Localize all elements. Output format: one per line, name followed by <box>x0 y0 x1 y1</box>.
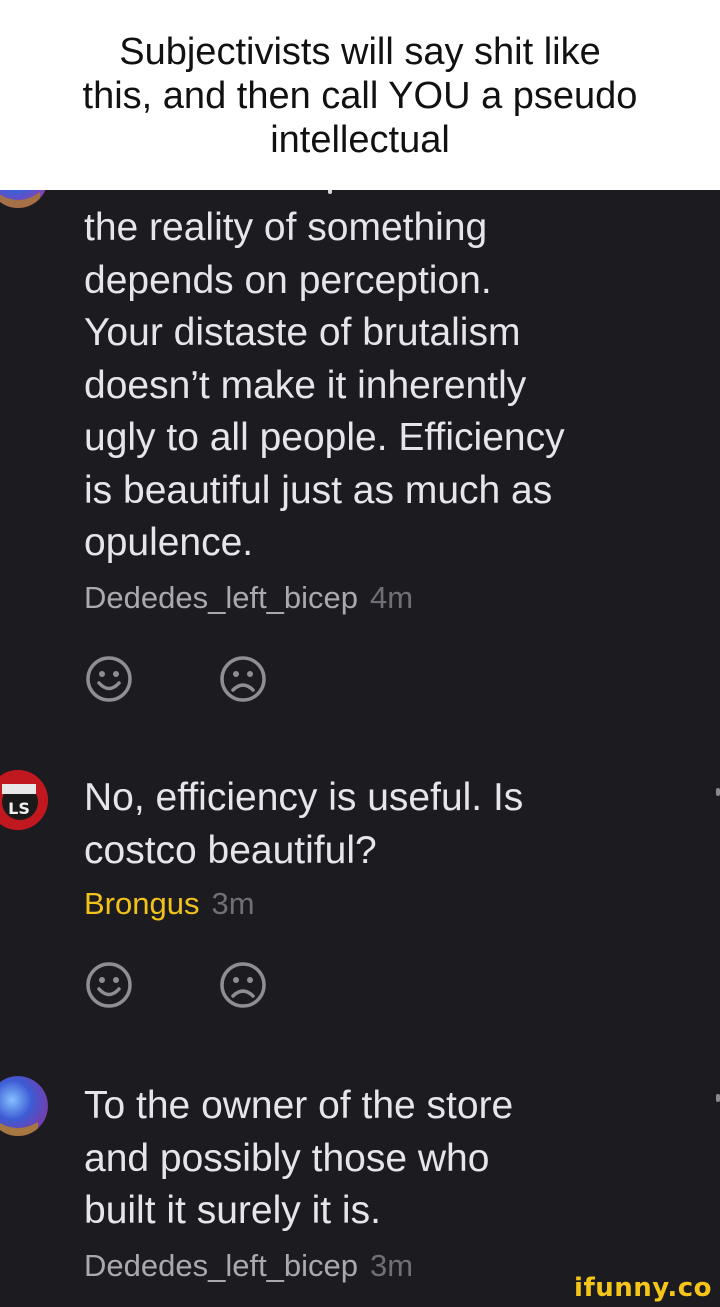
meme-caption: Subjectivists will say shit like this, a… <box>0 0 720 190</box>
comment-text: the reality of something depends on perc… <box>84 202 684 570</box>
comment-line: costco beautiful? <box>84 828 377 872</box>
comment-line: ugly to all people. Efficiency <box>84 416 565 459</box>
comment-meta: Brongus 3m <box>84 886 255 922</box>
comment-line: To the owner of the store <box>84 1084 514 1127</box>
caption-line: intellectual <box>270 119 450 161</box>
comment-line: opulence. <box>84 521 254 564</box>
comment-line: is beautiful just as much as <box>84 468 553 512</box>
comments-screenshot: the reality of something depends on perc… <box>0 190 720 1307</box>
comment-line: No, efficiency is useful. Is <box>84 776 524 819</box>
svg-text:LS: LS <box>8 799 30 818</box>
user-avatar[interactable]: LS <box>0 770 48 830</box>
comment-text: No, efficiency is useful. Is costco beau… <box>84 772 684 877</box>
caption-line: Subjectivists will say shit like <box>119 31 601 73</box>
username-link[interactable]: Dededes_left_bicep <box>84 580 358 615</box>
caption-line: this, and then call YOU a pseudo <box>82 75 638 117</box>
comment-text: To the owner of the store and possibly t… <box>84 1080 684 1238</box>
comment-meta: Dededes_left_bicep 3m <box>84 1248 413 1284</box>
smile-face-icon[interactable] <box>84 960 134 1010</box>
user-avatar[interactable] <box>0 1076 48 1136</box>
comment-line: Your distaste of brutalism <box>84 311 521 354</box>
more-options-icon[interactable] <box>716 1094 720 1102</box>
user-avatar[interactable] <box>0 190 48 208</box>
comment-line: and possibly those who <box>84 1136 490 1180</box>
comment-line: the reality of something <box>84 206 488 249</box>
username-link[interactable]: Brongus <box>84 886 199 921</box>
timestamp: 4m <box>370 580 414 615</box>
frown-face-icon[interactable] <box>218 654 268 704</box>
username-link[interactable]: Dededes_left_bicep <box>84 1248 358 1283</box>
comment-line: built it surely it is. <box>84 1189 381 1232</box>
comment-meta: Dededes_left_bicep 4m <box>84 580 413 616</box>
timestamp: 3m <box>211 886 255 921</box>
comment-line: doesn’t make it inherently <box>84 363 527 407</box>
timestamp: 3m <box>370 1248 414 1283</box>
comment-line: depends on perception. <box>84 258 492 302</box>
smile-face-icon[interactable] <box>84 654 134 704</box>
more-options-icon[interactable] <box>716 788 720 796</box>
frown-face-icon[interactable] <box>218 960 268 1010</box>
ifunny-watermark: ifunny.co <box>574 1273 712 1303</box>
